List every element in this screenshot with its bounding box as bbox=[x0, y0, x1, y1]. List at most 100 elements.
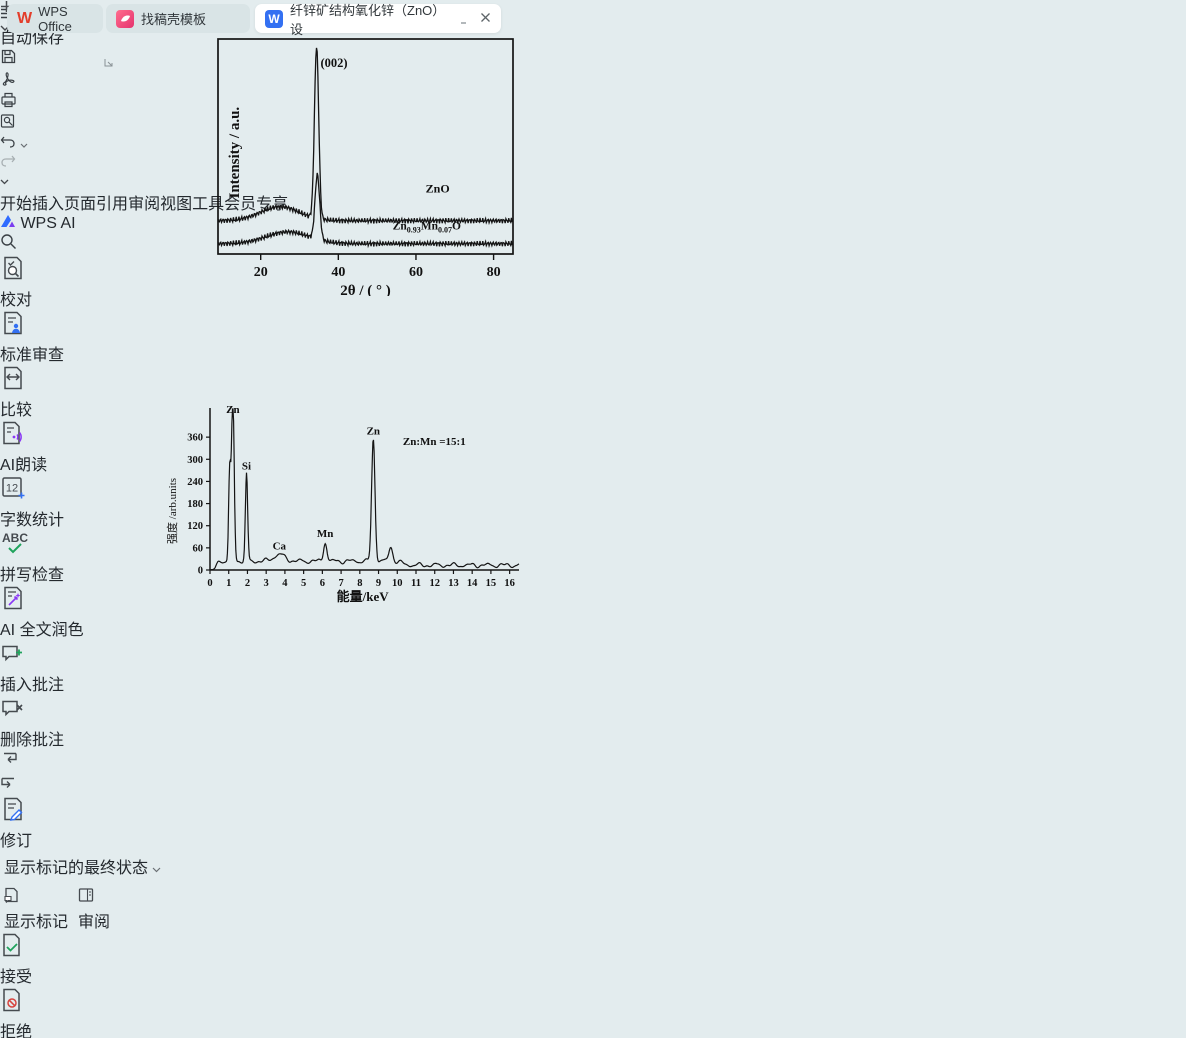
writer-doc-icon: W bbox=[265, 10, 283, 28]
svg-text:Mn: Mn bbox=[317, 528, 334, 540]
svg-text:16: 16 bbox=[504, 578, 515, 589]
svg-text:Zn:Mn =15:1: Zn:Mn =15:1 bbox=[403, 436, 466, 448]
svg-text:2: 2 bbox=[245, 578, 250, 589]
svg-text:13: 13 bbox=[448, 578, 459, 589]
tab-label: 纤锌矿结构氧化锌（ZnO）设 bbox=[290, 0, 448, 38]
wps-office-window: W WPS Office 找稿壳模板 W 纤锌矿结构氧化锌（ZnO）设 bbox=[0, 0, 1186, 1038]
track-changes-icon bbox=[0, 796, 1186, 827]
review-ribbon: 校对 标准审查 比较 AI朗读 bbox=[0, 255, 1186, 1038]
compare-icon bbox=[0, 365, 1186, 396]
svg-text:10: 10 bbox=[392, 578, 403, 589]
svg-text:60: 60 bbox=[193, 543, 204, 554]
review-pane-icon bbox=[78, 887, 94, 903]
svg-text:8: 8 bbox=[357, 578, 362, 589]
screen-share-icon[interactable] bbox=[456, 11, 471, 27]
eds-chart-svg: 0123456789101112131415160601201802403003… bbox=[160, 403, 520, 608]
close-tab-icon[interactable] bbox=[480, 11, 491, 26]
tab-active-document[interactable]: W 纤锌矿结构氧化锌（ZnO）设 bbox=[255, 4, 501, 33]
export-pdf-icon[interactable] bbox=[0, 70, 1186, 92]
svg-text:11: 11 bbox=[411, 578, 421, 589]
reject-revision-button[interactable]: 拒绝 bbox=[0, 987, 1186, 1038]
insert-comment-button[interactable]: 插入批注 bbox=[0, 640, 1186, 695]
menu-item-5[interactable]: 视图 bbox=[160, 196, 192, 213]
search-icon[interactable] bbox=[0, 233, 1186, 255]
accept-revision-icon bbox=[0, 932, 1186, 963]
delete-comment-button[interactable]: 删除批注 bbox=[0, 695, 1186, 750]
show-markup-icon bbox=[4, 887, 20, 903]
svg-text:15: 15 bbox=[486, 578, 497, 589]
svg-text:300: 300 bbox=[187, 455, 203, 466]
standard-review-icon bbox=[0, 310, 1186, 341]
svg-text:ABC: ABC bbox=[2, 531, 28, 545]
track-changes-button[interactable]: 修订 bbox=[0, 796, 1186, 851]
svg-text:9: 9 bbox=[376, 578, 381, 589]
svg-text:12: 12 bbox=[6, 483, 18, 495]
print-icon[interactable] bbox=[0, 92, 1186, 113]
tab-label: WPS Office bbox=[38, 4, 93, 34]
svg-text:(002): (002) bbox=[320, 56, 347, 70]
redo-button[interactable] bbox=[0, 153, 1186, 172]
standard-review-button[interactable]: 标准审查 bbox=[0, 310, 1186, 365]
svg-text:Ca: Ca bbox=[273, 541, 287, 553]
svg-text:Intensity / a.u.: Intensity / a.u. bbox=[227, 107, 243, 199]
svg-text:Zn0.93Mn0.07O: Zn0.93Mn0.07O bbox=[393, 220, 461, 234]
menubar-items: 开始插入页面引用审阅视图工具会员专享 bbox=[0, 190, 1186, 214]
reject-revision-icon bbox=[0, 987, 1186, 1018]
svg-text:ZnO: ZnO bbox=[426, 182, 450, 196]
svg-text:2θ / ( ° ): 2θ / ( ° ) bbox=[340, 283, 391, 296]
wps-ai-icon bbox=[0, 214, 16, 228]
previous-comment-button[interactable] bbox=[0, 752, 1186, 771]
proofread-button[interactable]: 校对 bbox=[0, 255, 1186, 310]
svg-text:3: 3 bbox=[264, 578, 269, 589]
wps-logo-icon: W bbox=[17, 10, 32, 28]
quickbar-customize-chevron[interactable] bbox=[0, 172, 1186, 190]
menu-item-2[interactable]: 页面 bbox=[64, 196, 96, 213]
svg-text:14: 14 bbox=[467, 578, 478, 589]
menu-item-4[interactable]: 审阅 bbox=[128, 196, 160, 213]
svg-text:12: 12 bbox=[429, 578, 440, 589]
group-expand-icon bbox=[104, 58, 113, 67]
tab-docer-template[interactable]: 找稿壳模板 bbox=[106, 4, 250, 33]
svg-text:0: 0 bbox=[198, 566, 203, 577]
menu-item-0[interactable]: 开始 bbox=[0, 196, 32, 213]
menu-row: 文件 自动保存 开始插入页面引用审阅视图工具会员专享 bbox=[0, 0, 1186, 255]
svg-text:20: 20 bbox=[254, 265, 268, 280]
menu-item-3[interactable]: 引用 bbox=[96, 196, 128, 213]
svg-text:1: 1 bbox=[226, 578, 231, 589]
show-markup-button[interactable]: 显示标记 bbox=[4, 887, 68, 932]
markup-state-combobox[interactable]: 显示标记的最终状态 bbox=[4, 854, 1186, 878]
svg-text:能量/keV: 能量/keV bbox=[337, 589, 390, 604]
review-pane-button[interactable]: 审阅 bbox=[78, 887, 110, 932]
svg-text:180: 180 bbox=[187, 499, 203, 510]
svg-text:5: 5 bbox=[301, 578, 306, 589]
svg-text:60: 60 bbox=[409, 265, 423, 280]
svg-text:40: 40 bbox=[331, 265, 345, 280]
proofread-icon bbox=[0, 255, 1186, 286]
menu-item-1[interactable]: 插入 bbox=[32, 196, 64, 213]
svg-text:6: 6 bbox=[320, 578, 325, 589]
docer-template-icon bbox=[116, 10, 134, 28]
svg-text:强度 /arb.units: 强度 /arb.units bbox=[165, 478, 179, 544]
svg-text:4: 4 bbox=[282, 578, 288, 589]
svg-text:7: 7 bbox=[338, 578, 343, 589]
tab-wps-office[interactable]: W WPS Office bbox=[7, 4, 103, 33]
svg-text:0: 0 bbox=[207, 578, 212, 589]
wps-ai-button[interactable]: WPS AI bbox=[0, 214, 1186, 233]
accept-revision-button[interactable]: 接受 bbox=[0, 932, 1186, 987]
next-comment-button[interactable] bbox=[0, 777, 1186, 796]
svg-text:Zn: Zn bbox=[367, 425, 380, 437]
svg-text:360: 360 bbox=[187, 433, 203, 444]
xrd-chart-svg: 20 40 60 80 2θ / ( ° ) Intensity / a.u. (002) Z… bbox=[217, 38, 515, 296]
tab-label: 找稿壳模板 bbox=[141, 9, 206, 28]
insert-comment-icon bbox=[0, 640, 1186, 671]
print-preview-icon[interactable] bbox=[0, 113, 1186, 134]
svg-text:Si: Si bbox=[242, 460, 251, 472]
svg-text:80: 80 bbox=[487, 265, 501, 280]
undo-button[interactable] bbox=[0, 134, 1186, 153]
delete-comment-icon bbox=[0, 695, 1186, 726]
save-icon[interactable] bbox=[0, 48, 1186, 70]
svg-text:240: 240 bbox=[187, 477, 203, 488]
window-tab-bar: W WPS Office 找稿壳模板 W 纤锌矿结构氧化锌（ZnO）设 bbox=[0, 0, 1186, 36]
svg-text:Zn: Zn bbox=[226, 404, 239, 416]
svg-text:120: 120 bbox=[187, 521, 203, 532]
